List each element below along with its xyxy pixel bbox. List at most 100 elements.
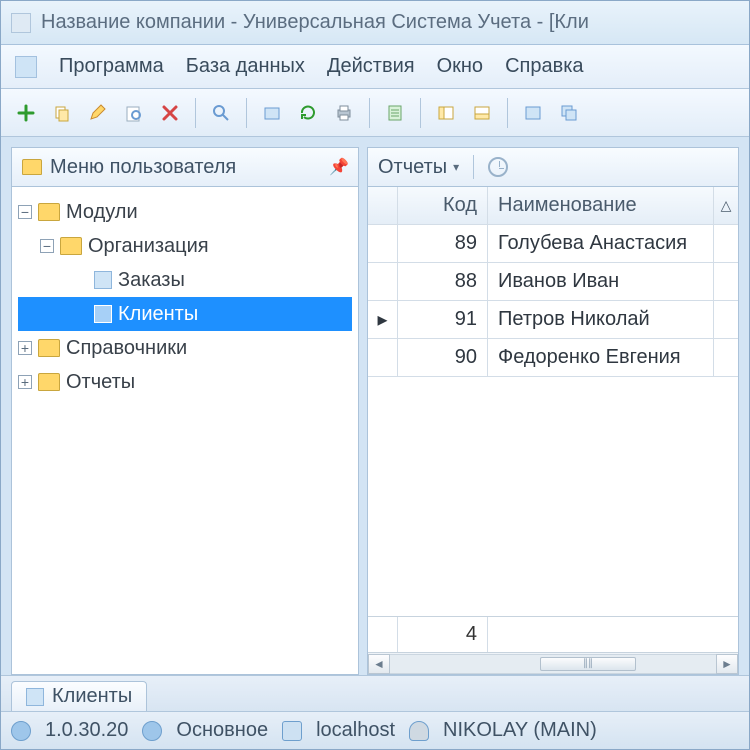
table-row[interactable]: 90 Федоренко Евгения xyxy=(368,339,738,377)
table-row[interactable]: ▸ 91 Петров Николай xyxy=(368,301,738,339)
print-icon[interactable] xyxy=(329,98,359,128)
menu-actions[interactable]: Действия xyxy=(327,55,415,78)
tree-modules[interactable]: − Модули xyxy=(18,195,352,229)
table-row[interactable]: 89 Голубева Анастасия xyxy=(368,225,738,263)
tab-strip: Клиенты xyxy=(1,675,749,711)
tree-dictionaries[interactable]: + Справочники xyxy=(18,331,352,365)
grid-toolbar: Отчеты ▾ xyxy=(367,147,739,187)
toolbar-separator xyxy=(507,98,508,128)
pin-icon[interactable]: 📌 xyxy=(330,158,348,176)
document-icon xyxy=(94,305,112,323)
collapse-icon[interactable]: − xyxy=(18,205,32,219)
left-panel: Меню пользователя 📌 − Модули − Организац… xyxy=(11,147,359,675)
reports-dropdown[interactable]: Отчеты ▾ xyxy=(378,156,459,179)
window-one-icon[interactable] xyxy=(518,98,548,128)
tab-clients[interactable]: Клиенты xyxy=(11,681,147,711)
cell-name: Голубева Анастасия xyxy=(488,225,714,262)
row-indicator: ▸ xyxy=(368,301,398,338)
cell-name: Федоренко Евгения xyxy=(488,339,714,376)
window-two-icon[interactable] xyxy=(554,98,584,128)
toolbar-separator xyxy=(420,98,421,128)
cell-name: Петров Николай xyxy=(488,301,714,338)
tree-orders[interactable]: + Заказы xyxy=(18,263,352,297)
collapse-icon[interactable]: − xyxy=(40,239,54,253)
dropdown-label: Отчеты xyxy=(378,156,447,179)
tree-label: Организация xyxy=(88,235,209,258)
toolbar-separator xyxy=(369,98,370,128)
column-code[interactable]: Код xyxy=(398,187,488,224)
document-icon xyxy=(94,271,112,289)
cell-name: Иванов Иван xyxy=(488,263,714,300)
toolbar-separator xyxy=(195,98,196,128)
tree-label: Заказы xyxy=(118,269,185,292)
tree-label: Справочники xyxy=(66,337,187,360)
horizontal-scrollbar[interactable]: ◄ ∥∥ ► xyxy=(368,652,738,674)
tree-view[interactable]: − Модули − Организация + Заказы + xyxy=(11,187,359,675)
add-icon[interactable] xyxy=(11,98,41,128)
panel-title: Меню пользователя xyxy=(50,156,322,179)
tree-reports[interactable]: + Отчеты xyxy=(18,365,352,399)
cell-code: 90 xyxy=(398,339,488,376)
status-user: NIKOLAY (MAIN) xyxy=(443,719,597,742)
expand-icon[interactable]: + xyxy=(18,375,32,389)
scroll-left-icon[interactable]: ◄ xyxy=(368,654,390,674)
status-bar: 1.0.30.20 Основное localhost NIKOLAY (MA… xyxy=(1,711,749,749)
window-title: Название компании - Универсальная Систем… xyxy=(41,11,589,34)
sort-indicator-icon[interactable]: △ xyxy=(714,187,738,224)
document-icon xyxy=(26,688,44,706)
scroll-track[interactable]: ∥∥ xyxy=(390,654,716,674)
panel-left-icon[interactable] xyxy=(431,98,461,128)
scroll-thumb[interactable]: ∥∥ xyxy=(540,657,636,671)
row-indicator xyxy=(368,339,398,376)
object-icon[interactable] xyxy=(257,98,287,128)
menu-bar: Программа База данных Действия Окно Спра… xyxy=(1,45,749,89)
panel-bottom-icon[interactable] xyxy=(467,98,497,128)
app-window: Название компании - Универсальная Систем… xyxy=(0,0,750,750)
tree-organization[interactable]: − Организация xyxy=(18,229,352,263)
refresh-icon[interactable] xyxy=(293,98,323,128)
title-bar: Название компании - Универсальная Систем… xyxy=(1,1,749,45)
find-icon[interactable] xyxy=(119,98,149,128)
row-indicator-header[interactable] xyxy=(368,187,398,224)
delete-icon[interactable] xyxy=(155,98,185,128)
tree-label: Клиенты xyxy=(118,303,198,326)
menu-program[interactable]: Программа xyxy=(59,55,164,78)
folder-icon xyxy=(38,339,60,357)
grid-footer: 4 xyxy=(368,616,738,652)
properties-icon[interactable] xyxy=(380,98,410,128)
footer-count: 4 xyxy=(398,617,488,652)
expand-icon[interactable]: + xyxy=(18,341,32,355)
globe-icon xyxy=(142,721,162,741)
row-indicator xyxy=(368,263,398,300)
cell-code: 88 xyxy=(398,263,488,300)
server-icon xyxy=(282,721,302,741)
toolbar-separator xyxy=(246,98,247,128)
menu-database[interactable]: База данных xyxy=(186,55,305,78)
clock-icon[interactable] xyxy=(488,157,508,177)
table-row[interactable]: 88 Иванов Иван xyxy=(368,263,738,301)
version-icon xyxy=(11,721,31,741)
status-database: Основное xyxy=(176,719,268,742)
tree-clients[interactable]: + Клиенты xyxy=(18,297,352,331)
menu-app-icon[interactable] xyxy=(15,56,37,78)
menu-help[interactable]: Справка xyxy=(505,55,583,78)
zoom-icon[interactable] xyxy=(206,98,236,128)
copy-icon[interactable] xyxy=(47,98,77,128)
cell-code: 91 xyxy=(398,301,488,338)
tree-label: Отчеты xyxy=(66,371,135,394)
row-indicator xyxy=(368,225,398,262)
panel-header: Меню пользователя 📌 xyxy=(11,147,359,187)
main-area: Меню пользователя 📌 − Модули − Организац… xyxy=(1,137,749,675)
chevron-down-icon: ▾ xyxy=(453,160,459,174)
folder-icon xyxy=(60,237,82,255)
menu-window[interactable]: Окно xyxy=(437,55,483,78)
folder-icon xyxy=(22,159,42,175)
column-name[interactable]: Наименование xyxy=(488,187,714,224)
app-icon xyxy=(11,13,31,33)
tree-label: Модули xyxy=(66,201,138,224)
status-host: localhost xyxy=(316,719,395,742)
scroll-right-icon[interactable]: ► xyxy=(716,654,738,674)
status-version: 1.0.30.20 xyxy=(45,719,128,742)
toolbar xyxy=(1,89,749,137)
edit-icon[interactable] xyxy=(83,98,113,128)
